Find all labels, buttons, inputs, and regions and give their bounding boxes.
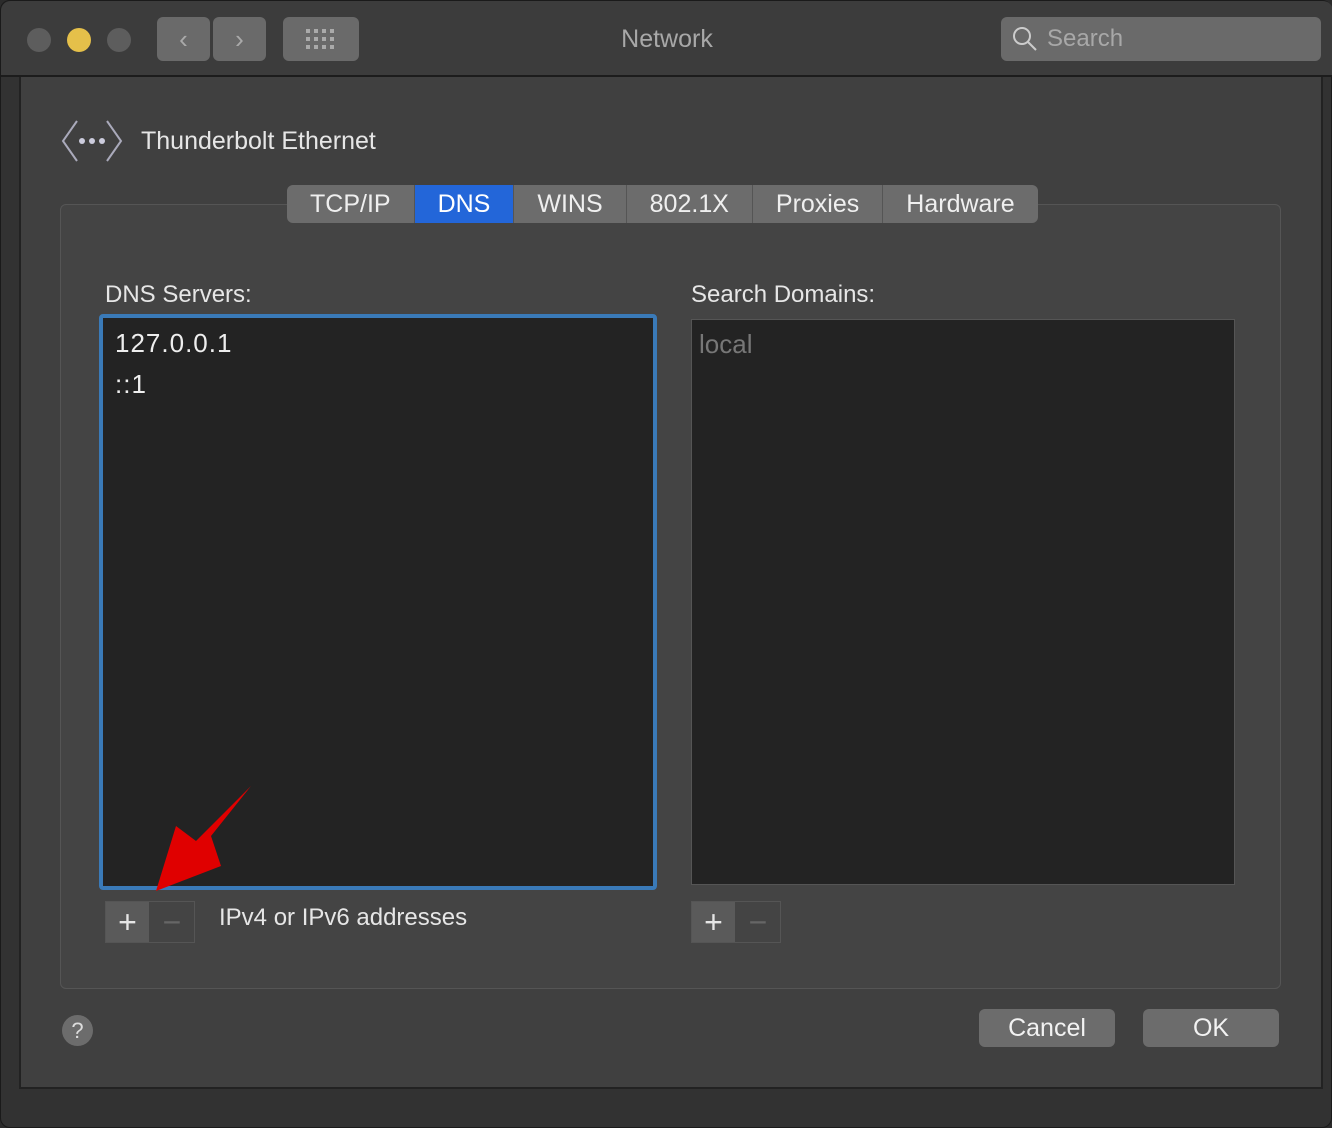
network-window: ‹ › Network Search Thunderbolt Ethernet …: [0, 0, 1332, 1128]
search-icon: [1013, 27, 1037, 51]
tab-tcpip[interactable]: TCP/IP: [287, 185, 415, 223]
domain-add-remove: + −: [691, 901, 781, 943]
search-placeholder: Search: [1047, 25, 1124, 52]
annotation-arrow-icon: [156, 786, 251, 891]
remove-domain-button[interactable]: −: [736, 902, 780, 942]
ok-button[interactable]: OK: [1143, 1009, 1279, 1047]
tab-dns[interactable]: DNS: [414, 185, 515, 223]
list-item[interactable]: local: [692, 325, 1234, 366]
dns-hint: IPv4 or IPv6 addresses: [219, 904, 468, 931]
search-field[interactable]: Search: [1001, 17, 1321, 61]
tab-hardware[interactable]: Hardware: [883, 185, 1037, 223]
tab-bar: TCP/IP DNS WINS 802.1X Proxies Hardware: [287, 185, 1038, 223]
tab-wins[interactable]: WINS: [514, 185, 627, 223]
title-bar: ‹ › Network Search: [1, 1, 1332, 77]
add-dns-button[interactable]: +: [106, 902, 151, 942]
service-header: Thunderbolt Ethernet: [61, 119, 376, 163]
service-title: Thunderbolt Ethernet: [141, 126, 376, 155]
help-button[interactable]: ?: [62, 1015, 93, 1046]
tab-8021x[interactable]: 802.1X: [627, 185, 753, 223]
remove-dns-button[interactable]: −: [150, 902, 194, 942]
add-domain-button[interactable]: +: [692, 902, 737, 942]
network-ethernet-icon: [61, 120, 123, 162]
dns-add-remove: + −: [105, 901, 195, 943]
search-domains-list[interactable]: local: [691, 319, 1235, 885]
tab-proxies[interactable]: Proxies: [753, 185, 884, 223]
dns-servers-label: DNS Servers:: [105, 281, 252, 308]
cancel-button[interactable]: Cancel: [979, 1009, 1115, 1047]
search-domains-label: Search Domains:: [691, 281, 876, 308]
list-item[interactable]: 127.0.0.1: [103, 324, 653, 365]
list-item[interactable]: ::1: [103, 365, 653, 406]
